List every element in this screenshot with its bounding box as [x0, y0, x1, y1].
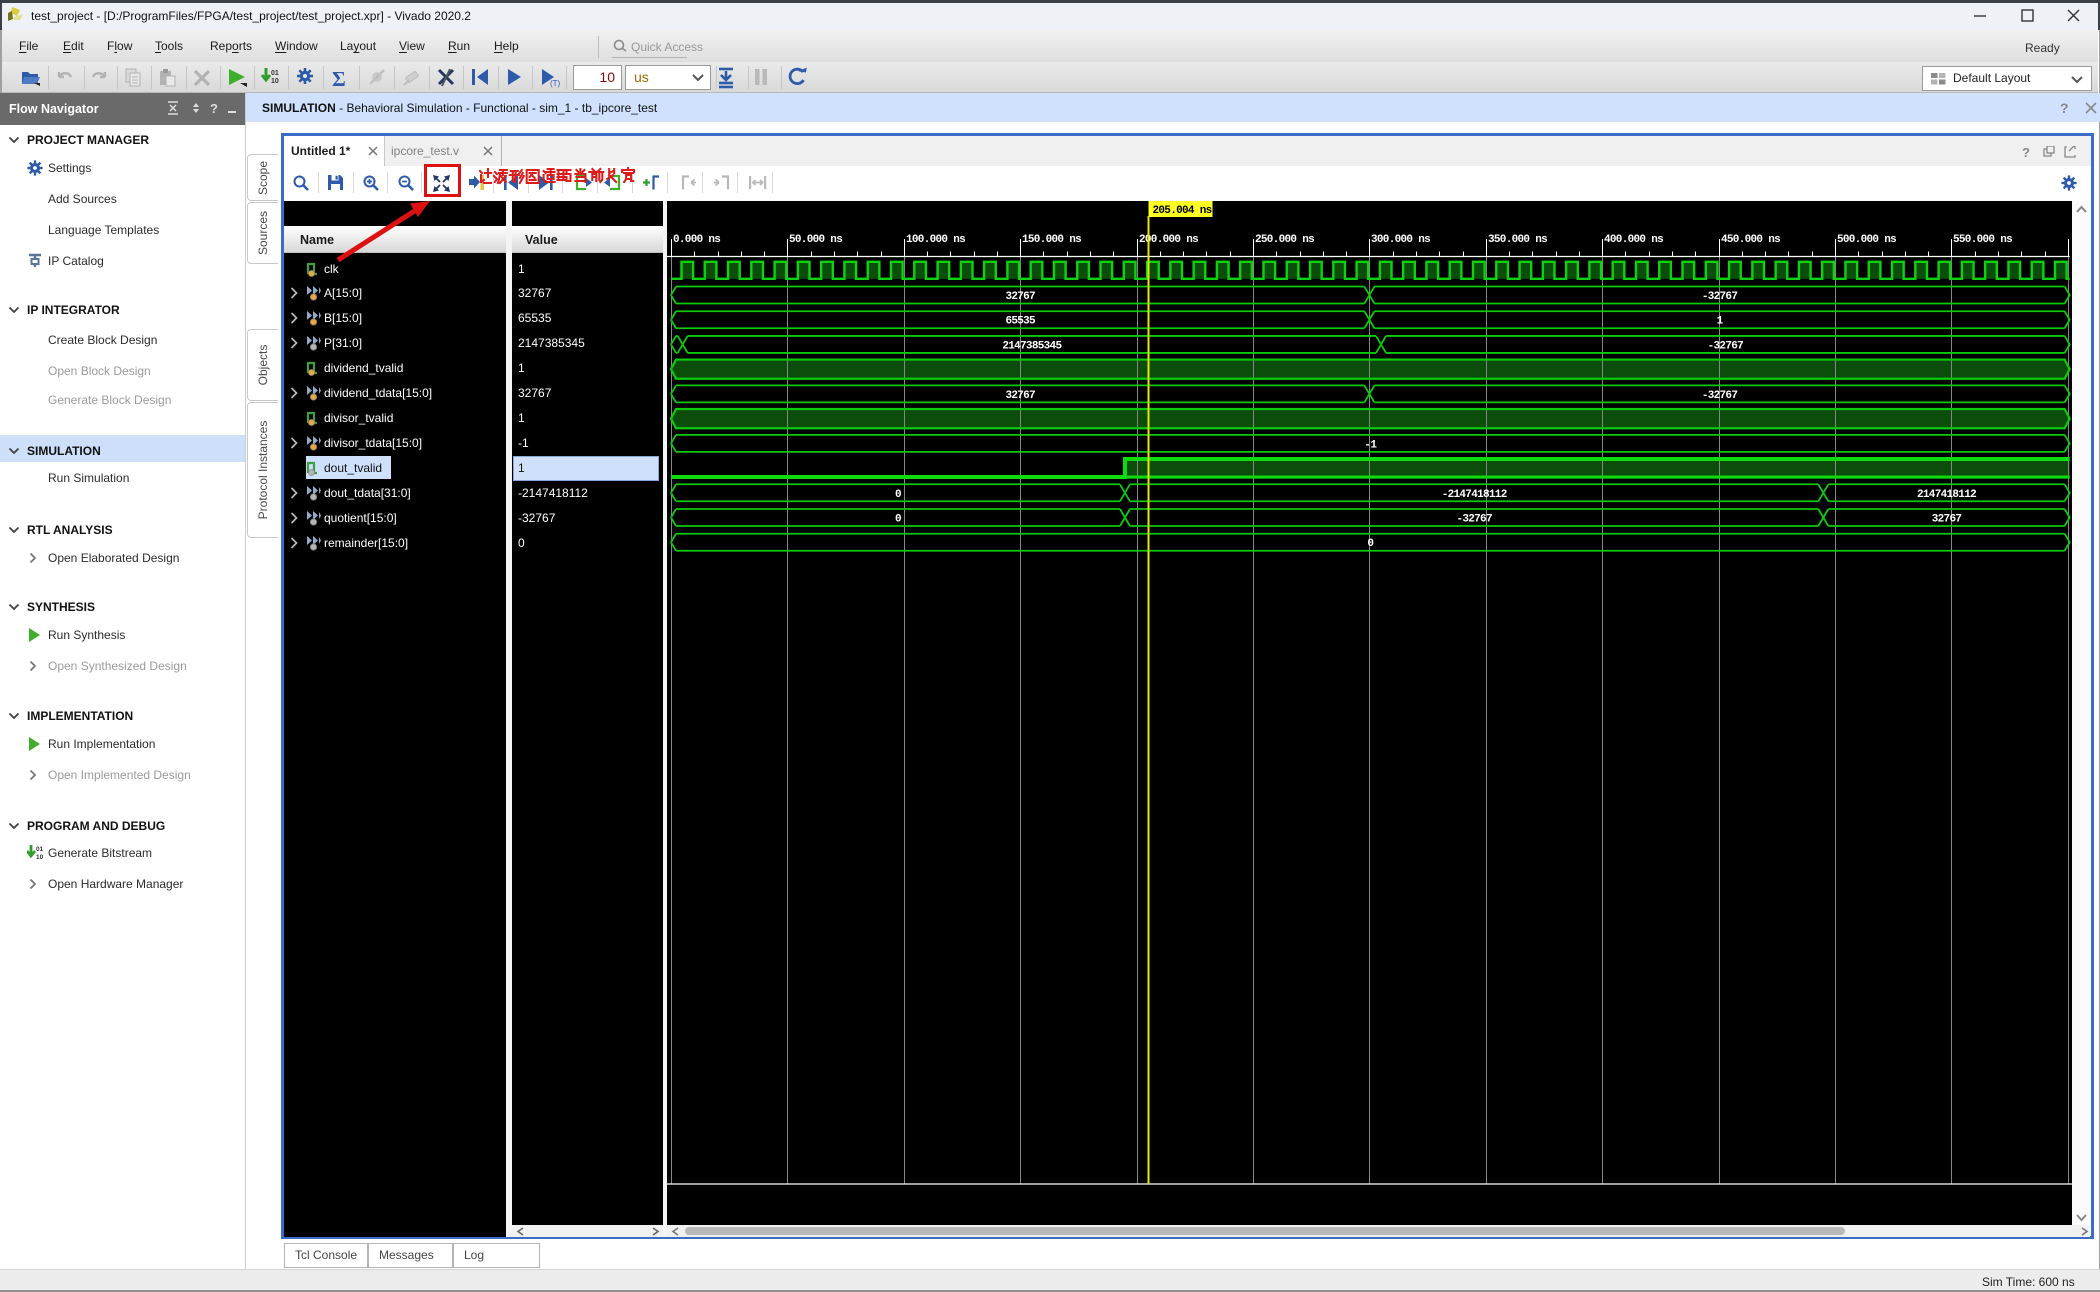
svg-text:01: 01 [36, 846, 44, 853]
svg-text:400.000 ns: 400.000 ns [1604, 234, 1663, 246]
svg-text:500.000 ns: 500.000 ns [1837, 234, 1896, 246]
svg-text:32767: 32767 [1932, 514, 1962, 526]
svg-text:2147418112: 2147418112 [1917, 489, 1976, 501]
svg-text:(T): (T) [550, 79, 561, 88]
svg-text:-32767: -32767 [1456, 514, 1492, 526]
svg-text:-32767: -32767 [1708, 340, 1744, 352]
svg-text:?: ? [2022, 146, 2030, 159]
svg-text:300.000 ns: 300.000 ns [1371, 234, 1430, 246]
svg-text:-1: -1 [1364, 439, 1377, 451]
svg-text:-2147418112: -2147418112 [1442, 489, 1507, 501]
svg-text:10: 10 [36, 854, 44, 861]
svg-text:10: 10 [271, 78, 279, 85]
svg-text:01: 01 [271, 70, 279, 77]
svg-text:0: 0 [1367, 538, 1373, 550]
svg-text:?: ? [210, 101, 218, 116]
svg-text:0: 0 [895, 514, 901, 526]
svg-text:32767: 32767 [1005, 291, 1035, 303]
svg-text:2147385345: 2147385345 [1002, 340, 1062, 352]
svg-text:50.000 ns: 50.000 ns [789, 234, 842, 246]
svg-text:150.000 ns: 150.000 ns [1022, 234, 1081, 246]
svg-text:32767: 32767 [1005, 390, 1035, 402]
svg-text:0.000 ns: 0.000 ns [673, 234, 720, 246]
svg-text:250.000 ns: 250.000 ns [1255, 234, 1314, 246]
svg-text:-32767: -32767 [1702, 390, 1738, 402]
svg-text:350.000 ns: 350.000 ns [1488, 234, 1547, 246]
svg-text:65535: 65535 [1005, 316, 1036, 328]
svg-text:205.004 ns: 205.004 ns [1153, 205, 1212, 217]
svg-text:Σ: Σ [332, 67, 346, 91]
svg-text:-32767: -32767 [1702, 291, 1738, 303]
svg-text:450.000 ns: 450.000 ns [1721, 234, 1780, 246]
svg-text:?: ? [2060, 101, 2069, 115]
svg-text:550.000 ns: 550.000 ns [1953, 234, 2012, 246]
svg-text:100.000 ns: 100.000 ns [906, 234, 965, 246]
svg-text:0: 0 [895, 489, 901, 501]
